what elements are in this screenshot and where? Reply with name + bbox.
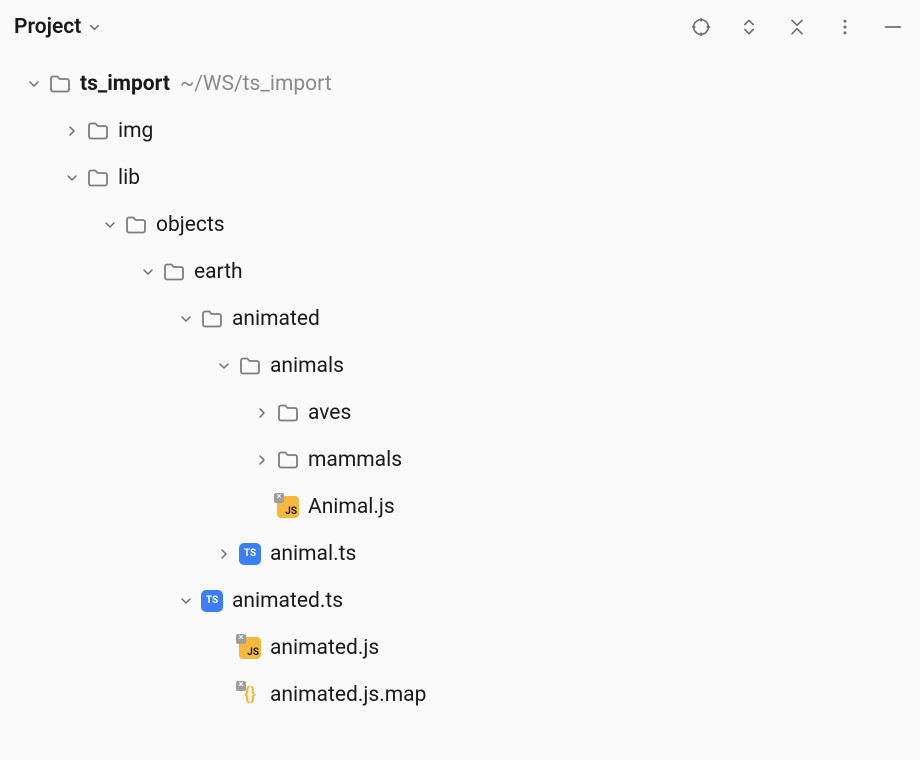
panel-toolbar bbox=[688, 14, 906, 40]
folder-icon bbox=[162, 260, 186, 284]
chevron-down-icon[interactable] bbox=[172, 311, 200, 327]
tree-node[interactable]: img bbox=[0, 107, 920, 154]
folder-icon bbox=[238, 354, 262, 378]
chevron-down-icon[interactable] bbox=[20, 76, 48, 92]
tree-node[interactable]: {} animated.js.map bbox=[0, 671, 920, 718]
chevron-right-icon[interactable] bbox=[248, 405, 276, 421]
target-icon[interactable] bbox=[688, 14, 714, 40]
tree-node[interactable]: lib bbox=[0, 154, 920, 201]
folder-icon bbox=[276, 448, 300, 472]
tree-node[interactable]: aves bbox=[0, 389, 920, 436]
tree-node[interactable]: earth bbox=[0, 248, 920, 295]
tree-node[interactable]: animated bbox=[0, 295, 920, 342]
tree-node-label: animated bbox=[232, 307, 320, 331]
chevron-down-icon[interactable] bbox=[210, 358, 238, 374]
folder-icon bbox=[276, 401, 300, 425]
ts-file-icon: TS bbox=[238, 542, 262, 566]
map-file-icon: {} bbox=[238, 683, 262, 707]
js-file-icon: JS bbox=[276, 495, 300, 519]
tree-node[interactable]: ts_import ~/WS/ts_import bbox=[0, 60, 920, 107]
folder-icon bbox=[200, 307, 224, 331]
tree-node-path: ~/WS/ts_import bbox=[180, 72, 332, 96]
panel-title-group[interactable]: Project bbox=[14, 15, 102, 39]
tree-node-label: img bbox=[118, 119, 153, 143]
chevron-down-icon[interactable] bbox=[96, 217, 124, 233]
minimize-icon[interactable] bbox=[880, 14, 906, 40]
collapse-all-icon[interactable] bbox=[784, 14, 810, 40]
tree-node-label: animal.ts bbox=[270, 542, 356, 566]
tree-node-label: objects bbox=[156, 213, 225, 237]
tree-node[interactable]: mammals bbox=[0, 436, 920, 483]
tree-node[interactable]: objects bbox=[0, 201, 920, 248]
tree-node[interactable]: TS animated.ts bbox=[0, 577, 920, 624]
folder-icon bbox=[48, 72, 72, 96]
tree-node-label: lib bbox=[118, 166, 140, 190]
chevron-right-icon[interactable] bbox=[248, 452, 276, 468]
chevron-right-icon[interactable] bbox=[210, 546, 238, 562]
tree-node-label: animated.ts bbox=[232, 589, 343, 613]
chevron-down-icon[interactable] bbox=[134, 264, 162, 280]
tree-node-label: Animal.js bbox=[308, 495, 395, 519]
project-tree: ts_import ~/WS/ts_importimg lib objects eart… bbox=[0, 56, 920, 718]
tree-node-label: earth bbox=[194, 260, 243, 284]
panel-title: Project bbox=[14, 15, 81, 39]
tree-node-label: aves bbox=[308, 401, 351, 425]
chevron-down-icon[interactable] bbox=[172, 593, 200, 609]
ts-file-icon: TS bbox=[200, 589, 224, 613]
tree-node-label: ts_import bbox=[80, 72, 170, 96]
tree-node-label: animated.js.map bbox=[270, 683, 426, 707]
tree-node-label: animated.js bbox=[270, 636, 379, 660]
folder-icon bbox=[86, 166, 110, 190]
panel-header: Project bbox=[0, 0, 920, 56]
tree-node-label: mammals bbox=[308, 448, 402, 472]
js-file-icon: JS bbox=[238, 636, 262, 660]
tree-node[interactable]: TS animal.ts bbox=[0, 530, 920, 577]
chevron-right-icon[interactable] bbox=[58, 123, 86, 139]
tree-node[interactable]: JS animated.js bbox=[0, 624, 920, 671]
tree-node[interactable]: JS Animal.js bbox=[0, 483, 920, 530]
expand-collapse-icon[interactable] bbox=[736, 14, 762, 40]
more-vertical-icon[interactable] bbox=[832, 14, 858, 40]
chevron-down-icon[interactable] bbox=[58, 170, 86, 186]
tree-node[interactable]: animals bbox=[0, 342, 920, 389]
folder-icon bbox=[124, 213, 148, 237]
chevron-down-icon bbox=[87, 20, 102, 35]
folder-icon bbox=[86, 119, 110, 143]
tree-node-label: animals bbox=[270, 354, 344, 378]
